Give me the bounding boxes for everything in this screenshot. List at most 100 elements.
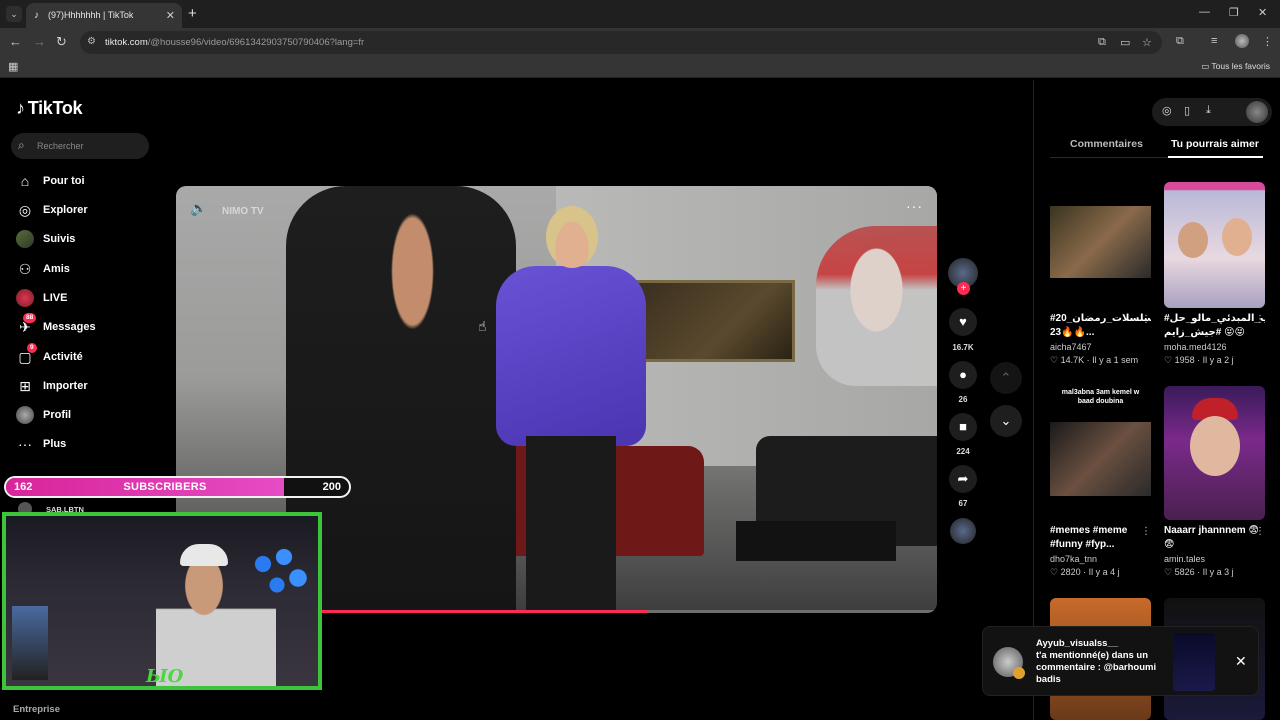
tab-title: (97)Hhhhhhh | TikTok [48, 10, 134, 20]
suggested-video-card[interactable]: ⋮ #التحب_المبدئي_مالو_حل 😝😝 #جيش_زايم mo… [1164, 182, 1265, 366]
follow-plus-icon[interactable]: + [957, 282, 970, 295]
heart-outline-icon: ♡ [1050, 567, 1059, 577]
card-username[interactable]: dho7ka_tnn [1050, 554, 1151, 564]
profile-avatar[interactable] [1235, 34, 1249, 48]
card-username[interactable]: amin.tales [1164, 554, 1265, 564]
nav-label: Explorer [43, 204, 88, 216]
address-bar[interactable]: ⚙ tiktok.com/@housse96/video/69613429037… [80, 31, 1162, 54]
card-more-icon[interactable]: ⋮ [1255, 314, 1265, 325]
all-bookmarks[interactable]: ▭ Tous les favoris [1201, 61, 1270, 72]
share-arrow-icon[interactable]: ➦ [949, 465, 977, 493]
nav-item-explorer[interactable]: ◎ Explorer [16, 201, 176, 223]
card-more-icon[interactable]: ⋮ [1255, 526, 1265, 537]
apps-grid-icon[interactable]: ▦ [8, 60, 18, 73]
volume-icon[interactable]: 🔈 [190, 200, 207, 217]
restore-icon[interactable]: ❐ [1229, 6, 1239, 19]
live-icon [16, 289, 34, 307]
card-time: Il y a 4 j [1088, 567, 1120, 577]
suggested-video-card[interactable]: mal3abna 3am kemel w baad doubina ⋮ #mem… [1050, 386, 1151, 578]
nav-item-amis[interactable]: ⚇ Amis [16, 260, 176, 282]
bookmark-icon[interactable]: ■ [949, 413, 977, 441]
search-input[interactable]: ⌕ Rechercher [11, 133, 149, 159]
thumbnail-face [1190, 416, 1240, 476]
thumbnail-image [1050, 422, 1151, 496]
reading-list-icon[interactable]: ≡ [1211, 35, 1217, 47]
activity-badge: 9 [27, 343, 37, 353]
video-more-icon[interactable]: ··· [906, 198, 923, 214]
nav-label: Suivis [43, 233, 76, 245]
footer-entreprise[interactable]: Entreprise [13, 704, 60, 715]
new-tab-button[interactable]: + [188, 5, 197, 22]
card-more-icon[interactable]: ⋮ [1141, 314, 1151, 325]
close-window-icon[interactable]: ✕ [1258, 6, 1267, 19]
video-thumbnail[interactable] [1050, 182, 1151, 308]
user-avatar[interactable] [1246, 101, 1268, 123]
messages-badge: 88 [23, 313, 37, 323]
card-caption: #التحب_المبدئي_مالو_حل 😝😝 #جيش_زايم [1164, 313, 1265, 338]
like-heart-icon[interactable]: ♥ [949, 308, 977, 336]
card-more-icon[interactable]: ⋮ [1141, 526, 1151, 537]
nav-item-live[interactable]: LIVE [16, 289, 176, 311]
suggested-video-card[interactable]: ⋮ Naaarr jhannnem 😨😨 amin.tales ♡ 5826 ·… [1164, 386, 1265, 578]
right-panel: ◎ ▯ ⤓ Commentaires Tu pourrais aimer ⋮ #… [1033, 80, 1280, 720]
like-count: 16.7K [952, 343, 974, 352]
nav-item-plus[interactable]: ··· Plus [16, 435, 176, 457]
nav-item-activite[interactable]: ▢ 9 Activité [16, 343, 176, 370]
compass-icon: ◎ [18, 202, 32, 218]
share-count: 67 [958, 499, 968, 508]
home-icon: ⌂ [20, 173, 30, 189]
browser-tab[interactable]: ♪ (97)Hhhhhhh | TikTok ✕ [26, 3, 182, 28]
card-username[interactable]: aicha7467 [1050, 342, 1151, 352]
extensions-icon[interactable]: ⧉ [1176, 35, 1184, 48]
nav-label: Activité [43, 351, 83, 363]
reload-icon[interactable]: ↻ [56, 34, 67, 50]
next-video-chevron-down-icon[interactable]: ⌄ [990, 405, 1022, 437]
forward-icon[interactable]: → [33, 34, 46, 49]
scene-person-right [816, 226, 937, 386]
download-icon[interactable]: ⤓ [1206, 104, 1211, 117]
mouse-cursor-icon: ☝ [478, 318, 487, 334]
tab-tu-pourrais-aimer[interactable]: Tu pourrais aimer [1171, 138, 1259, 150]
card-likes: 2820 [1060, 567, 1081, 577]
bookmark-star-icon[interactable]: ☆ [1142, 36, 1152, 49]
translate-icon[interactable]: ⧉ [1098, 36, 1106, 49]
music-disc-avatar[interactable] [950, 518, 976, 544]
nav-item-profil[interactable]: Profil [16, 406, 176, 428]
site-info-icon[interactable]: ⚙ [87, 36, 96, 47]
person-jacket [496, 266, 646, 446]
cast-icon[interactable]: ▭ [1120, 36, 1130, 49]
close-tab-icon[interactable]: ✕ [166, 9, 175, 22]
nav-item-importer[interactable]: ⊞ Importer [16, 377, 176, 399]
nav-item-messages[interactable]: ✈ 88 Messages [16, 313, 176, 340]
nav-item-suivis[interactable]: Suivis [16, 230, 176, 252]
browser-toolbar: ← → ↻ ⚙ tiktok.com/@housse96/video/69613… [0, 28, 1280, 56]
save-count: 224 [956, 447, 970, 456]
video-watermark: NIMO TV [222, 206, 264, 217]
coin-icon[interactable]: ◎ [1162, 104, 1172, 117]
heart-outline-icon: ♡ [1164, 355, 1173, 365]
suggested-video-card[interactable]: ⋮ #20_مسلسلات_رمضان 🔥🔥23... aicha7467 ♡ … [1050, 182, 1151, 366]
video-thumbnail[interactable] [1164, 182, 1265, 308]
streamer-webcam: ЫO [2, 512, 322, 690]
mention-notification[interactable]: Ayyub_visualss__ t'a mentionné(e) dans u… [982, 626, 1259, 696]
tab-commentaires[interactable]: Commentaires [1070, 138, 1143, 150]
device-icon[interactable]: ▯ [1184, 104, 1190, 117]
browser-tab-strip: ⌄ ♪ (97)Hhhhhhh | TikTok ✕ + — ❐ ✕ [0, 0, 1280, 28]
video-thumbnail[interactable] [1164, 386, 1265, 520]
tiktok-logo[interactable]: ♪ TikTok [16, 98, 83, 119]
previous-video-chevron-up-icon[interactable]: ⌃ [990, 362, 1022, 394]
tiktok-note-icon: ♪ [16, 98, 25, 118]
back-icon[interactable]: ← [9, 34, 22, 49]
nav-item-pour-toi[interactable]: ⌂ Pour toi [16, 172, 176, 194]
minimize-icon[interactable]: — [1199, 6, 1210, 18]
comment-icon[interactable]: ● [949, 361, 977, 389]
card-username[interactable]: moha.med4126 [1164, 342, 1265, 352]
scene-person-middle [496, 206, 646, 613]
chrome-menu-icon[interactable]: ⋮ [1262, 35, 1273, 48]
tab-search-icon[interactable]: ⌄ [6, 6, 22, 22]
card-caption: #20_مسلسلات_رمضان 🔥🔥23... [1050, 313, 1151, 338]
notification-thumbnail [1173, 633, 1215, 691]
video-thumbnail[interactable]: mal3abna 3am kemel w baad doubina [1050, 386, 1151, 520]
nav-label: Amis [43, 263, 70, 275]
close-icon[interactable]: ✕ [1235, 653, 1247, 670]
